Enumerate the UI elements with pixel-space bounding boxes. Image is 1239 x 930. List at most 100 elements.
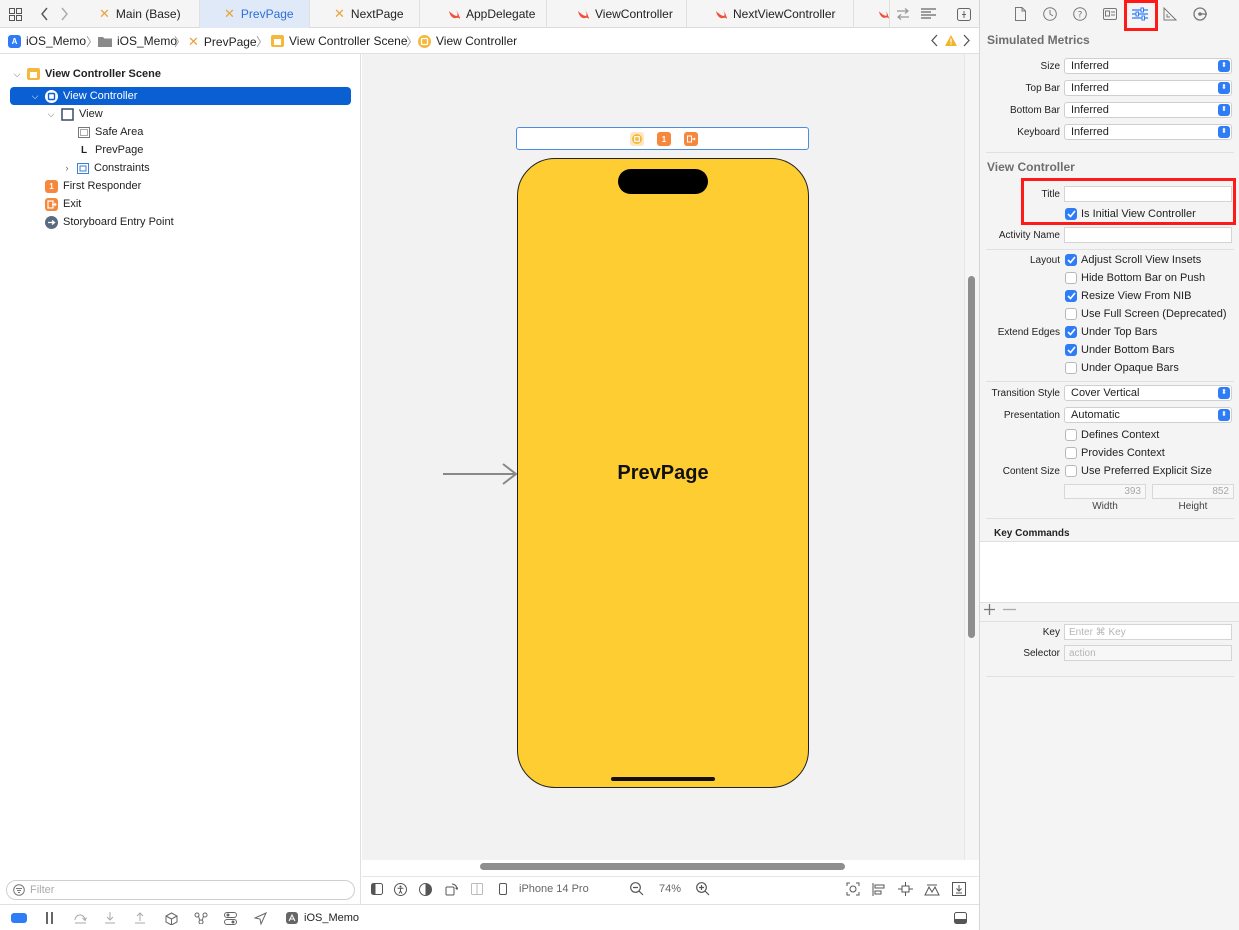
step-over-icon[interactable] [74, 911, 87, 925]
view-controller-icon[interactable] [630, 132, 644, 146]
selector-field[interactable]: action [1064, 645, 1232, 661]
use-full-screen-checkbox[interactable]: Use Full Screen (Deprecated) [1065, 307, 1227, 321]
outline-prevpage-label[interactable]: L PrevPage [78, 141, 143, 159]
sidebar-toggle-icon[interactable] [371, 881, 383, 897]
transition-style-popup[interactable]: Cover Vertical ⬍ [1064, 385, 1232, 401]
zoom-level[interactable]: 74% [659, 881, 681, 897]
key-field[interactable]: Enter ⌘ Key [1064, 624, 1232, 640]
breadcrumb-storyboard[interactable]: ✕ PrevPage [188, 34, 257, 50]
add-editor-icon[interactable] [956, 6, 972, 22]
content-height-field[interactable]: 852 [1152, 484, 1234, 499]
first-responder-icon[interactable]: 1 [657, 132, 671, 146]
simulate-location-icon[interactable] [254, 911, 267, 925]
breadcrumb-folder[interactable]: iOS_Memo [98, 34, 177, 48]
swap-arrows-icon[interactable] [895, 6, 911, 22]
bottom-bar-popup[interactable]: Inferred ⬍ [1064, 102, 1232, 118]
resize-view-from-nib-checkbox[interactable]: Resize View From NIB [1065, 289, 1191, 303]
tab-appdelegate[interactable]: AppDelegate [420, 0, 547, 28]
breadcrumb-view-controller[interactable]: View Controller [418, 34, 517, 48]
disclosure-open-icon[interactable]: ⌵ [46, 109, 56, 120]
add-constraints-icon[interactable] [898, 881, 913, 897]
back-chevron-icon[interactable] [36, 6, 52, 22]
disclosure-open-icon[interactable]: ⌵ [30, 91, 40, 102]
accessibility-icon[interactable] [394, 881, 407, 897]
outline-first-responder[interactable]: 1 First Responder [45, 177, 141, 195]
disclosure-closed-icon[interactable]: › [62, 163, 72, 173]
outline-scene[interactable]: ⌵ View Controller Scene [12, 65, 161, 83]
update-frames-icon[interactable] [846, 881, 860, 897]
size-popup[interactable]: Inferred ⬍ [1064, 58, 1232, 74]
file-inspector-icon[interactable] [1012, 6, 1028, 22]
identity-inspector-icon[interactable] [1102, 6, 1118, 22]
tab-nextpage[interactable]: ✕ NextPage [310, 0, 420, 28]
outline-storyboard-entry-point[interactable]: Storyboard Entry Point [45, 213, 174, 231]
use-preferred-explicit-size-checkbox[interactable]: Use Preferred Explicit Size [1065, 464, 1212, 478]
keyboard-popup[interactable]: Inferred ⬍ [1064, 124, 1232, 140]
toggle-inspector-area-icon[interactable] [954, 911, 967, 925]
device-layout-icon[interactable] [471, 881, 483, 897]
editor-options-icon[interactable] [920, 6, 936, 22]
add-key-command-icon[interactable] [984, 604, 995, 615]
tab-prevpage[interactable]: ✕ PrevPage [200, 0, 310, 28]
warning-icon[interactable] [945, 35, 957, 46]
defines-context-checkbox[interactable]: Defines Context [1065, 428, 1159, 442]
scheme-target[interactable]: iOS_Memo [286, 911, 359, 925]
zoom-out-icon[interactable] [630, 881, 644, 897]
embed-in-icon[interactable] [952, 881, 966, 897]
connections-inspector-icon[interactable] [1192, 6, 1208, 22]
extend-edges-label: Extend Edges [997, 327, 1060, 338]
outline-constraints[interactable]: › Constraints [62, 159, 150, 177]
issue-navigation-back-icon[interactable] [930, 34, 939, 47]
memory-graph-icon[interactable] [194, 911, 208, 925]
top-bar-popup[interactable]: Inferred ⬍ [1064, 80, 1232, 96]
exit-icon[interactable] [684, 132, 698, 146]
outline-view[interactable]: ⌵ View [46, 105, 103, 123]
outline-safe-area[interactable]: Safe Area [78, 123, 143, 141]
history-inspector-icon[interactable] [1042, 6, 1058, 22]
storyboard-entry-arrow[interactable] [443, 462, 519, 486]
tab-overflow[interactable] [854, 0, 890, 28]
quick-help-icon[interactable]: ? [1072, 6, 1088, 22]
grid-icon[interactable] [7, 6, 23, 22]
environment-overrides-icon[interactable] [224, 911, 237, 925]
align-icon[interactable] [872, 881, 886, 897]
filter-input[interactable]: Filter [6, 880, 355, 900]
appearance-icon[interactable] [419, 881, 432, 897]
tab-main-base[interactable]: ✕ Main (Base) [85, 0, 200, 28]
issue-navigation-forward-icon[interactable] [962, 34, 971, 47]
orientation-icon[interactable] [445, 881, 458, 897]
under-opaque-bars-checkbox[interactable]: Under Opaque Bars [1065, 361, 1179, 375]
hide-bottom-bar-on-push-checkbox[interactable]: Hide Bottom Bar on Push [1065, 271, 1205, 285]
remove-key-command-icon[interactable] [1003, 604, 1016, 615]
size-inspector-icon[interactable] [1162, 6, 1178, 22]
debug-view-hierarchy-icon[interactable] [165, 911, 178, 925]
resolve-issues-icon[interactable] [924, 881, 940, 897]
canvas-vertical-scroll-thumb[interactable] [968, 276, 975, 638]
adjust-scroll-view-insets-checkbox[interactable]: Adjust Scroll View Insets [1065, 253, 1201, 267]
activity-name-field[interactable] [1064, 227, 1232, 243]
outline-view-controller[interactable]: ⌵ View Controller [10, 87, 351, 105]
forward-chevron-icon[interactable] [56, 6, 72, 22]
disclosure-open-icon[interactable]: ⌵ [12, 69, 22, 80]
content-width-field[interactable]: 393 [1064, 484, 1146, 499]
breadcrumb-project[interactable]: A iOS_Memo [8, 34, 86, 48]
tab-nextviewcontroller[interactable]: NextViewController [687, 0, 854, 28]
pause-icon[interactable] [45, 911, 55, 925]
breadcrumb-separator-icon: 〉 [406, 35, 419, 49]
breadcrumb-scene[interactable]: View Controller Scene [271, 34, 408, 48]
under-bottom-bars-checkbox[interactable]: Under Bottom Bars [1065, 343, 1175, 357]
step-out-icon[interactable] [134, 911, 146, 925]
prevpage-label[interactable]: PrevPage [517, 462, 809, 485]
console-toggle-icon[interactable] [11, 911, 27, 925]
tab-viewcontroller[interactable]: ViewController [547, 0, 687, 28]
outline-exit[interactable]: Exit [45, 195, 81, 213]
canvas-horizontal-scroll-thumb[interactable] [480, 863, 845, 870]
step-into-icon[interactable] [104, 911, 116, 925]
key-commands-table[interactable] [980, 541, 1239, 603]
device-selector[interactable]: iPhone 14 Pro [499, 881, 589, 897]
under-top-bars-checkbox[interactable]: Under Top Bars [1065, 325, 1157, 339]
presentation-popup[interactable]: Automatic ⬍ [1064, 407, 1232, 423]
scene-dock[interactable]: 1 [516, 127, 809, 150]
zoom-in-icon[interactable] [696, 881, 710, 897]
provides-context-checkbox[interactable]: Provides Context [1065, 446, 1165, 460]
